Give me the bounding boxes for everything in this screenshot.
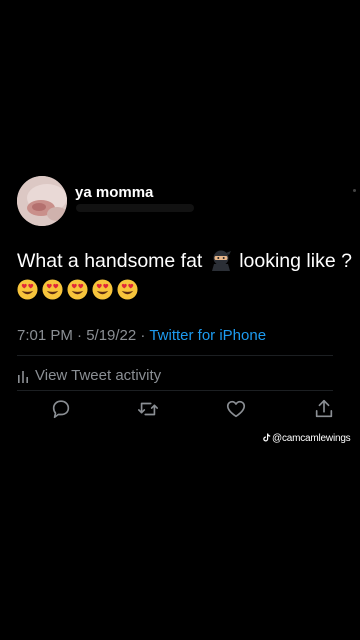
view-tweet-activity-button[interactable]: View Tweet activity [17,367,161,384]
divider [17,390,333,391]
emoji-row [17,279,138,301]
handle-redacted [76,204,194,212]
more-options-icon[interactable] [353,189,356,192]
heart-eyes-emoji-icon [117,279,138,300]
tweet-text: What a handsome fat looking like ? [17,249,352,273]
tweet-timestamp[interactable]: 7:01 PM · 5/19/22 · [17,327,149,344]
tiktok-logo-icon [263,433,271,442]
heart-eyes-emoji-icon [92,279,113,300]
tweet-detail: ya momma What a handsome fat looking lik… [0,0,360,640]
retweet-icon[interactable] [137,398,159,420]
avatar[interactable] [17,176,67,226]
heart-eyes-emoji-icon [67,279,88,300]
heart-eyes-emoji-icon [42,279,63,300]
watermark-handle: @camcamlewings [272,433,351,444]
display-name[interactable]: ya momma [75,184,153,201]
ninja-emoji-icon [211,250,231,271]
heart-eyes-emoji-icon [17,279,38,300]
tweet-source-link[interactable]: Twitter for iPhone [149,327,266,344]
tiktok-watermark: @camcamlewings [263,433,351,444]
view-tweet-activity-label: View Tweet activity [35,367,162,384]
tweet-text-before: What a handsome fat [17,250,203,272]
tweet-metadata: 7:01 PM · 5/19/22 · Twitter for iPhone [17,327,266,344]
like-icon[interactable] [225,398,247,420]
analytics-icon [18,370,28,383]
tweet-actions [0,398,360,422]
divider [17,355,333,356]
share-icon[interactable] [313,398,335,420]
tweet-text-after: looking like ? [239,250,352,272]
reply-icon[interactable] [50,398,72,420]
